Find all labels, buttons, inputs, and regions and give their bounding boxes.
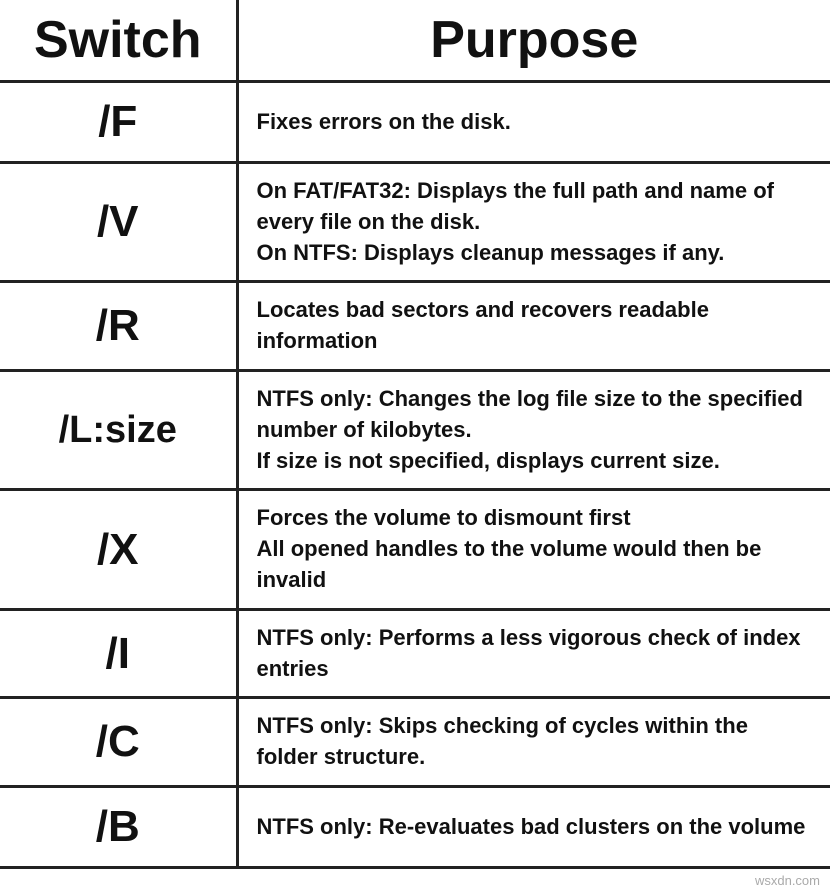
header-purpose: Purpose — [237, 0, 830, 82]
switch-cell: /L:size — [0, 370, 237, 489]
purpose-cell: Locates bad sectors and recovers readabl… — [237, 282, 830, 371]
watermark: wsxdn.com — [0, 869, 830, 892]
purpose-cell: NTFS only: Performs a less vigorous chec… — [237, 609, 830, 698]
switch-cell: /R — [0, 282, 237, 371]
header-switch: Switch — [0, 0, 237, 82]
switch-cell: /X — [0, 490, 237, 609]
table-row: /RLocates bad sectors and recovers reada… — [0, 282, 830, 371]
table-row: /VOn FAT/FAT32: Displays the full path a… — [0, 163, 830, 282]
table-row: /BNTFS only: Re-evaluates bad clusters o… — [0, 786, 830, 867]
switch-cell: /C — [0, 698, 237, 787]
switch-cell: /F — [0, 82, 237, 163]
header-row: Switch Purpose — [0, 0, 830, 82]
switch-cell: /V — [0, 163, 237, 282]
purpose-cell: On FAT/FAT32: Displays the full path and… — [237, 163, 830, 282]
purpose-cell: Forces the volume to dismount firstAll o… — [237, 490, 830, 609]
purpose-cell: Fixes errors on the disk. — [237, 82, 830, 163]
table-row: /XForces the volume to dismount firstAll… — [0, 490, 830, 609]
table-row: /FFixes errors on the disk. — [0, 82, 830, 163]
purpose-cell: NTFS only: Skips checking of cycles with… — [237, 698, 830, 787]
purpose-cell: NTFS only: Changes the log file size to … — [237, 370, 830, 489]
switch-cell: /B — [0, 786, 237, 867]
switch-cell: /I — [0, 609, 237, 698]
table-row: /L:sizeNTFS only: Changes the log file s… — [0, 370, 830, 489]
main-table: Switch Purpose /FFixes errors on the dis… — [0, 0, 830, 869]
purpose-cell: NTFS only: Re-evaluates bad clusters on … — [237, 786, 830, 867]
table-row: /CNTFS only: Skips checking of cycles wi… — [0, 698, 830, 787]
table-row: /INTFS only: Performs a less vigorous ch… — [0, 609, 830, 698]
